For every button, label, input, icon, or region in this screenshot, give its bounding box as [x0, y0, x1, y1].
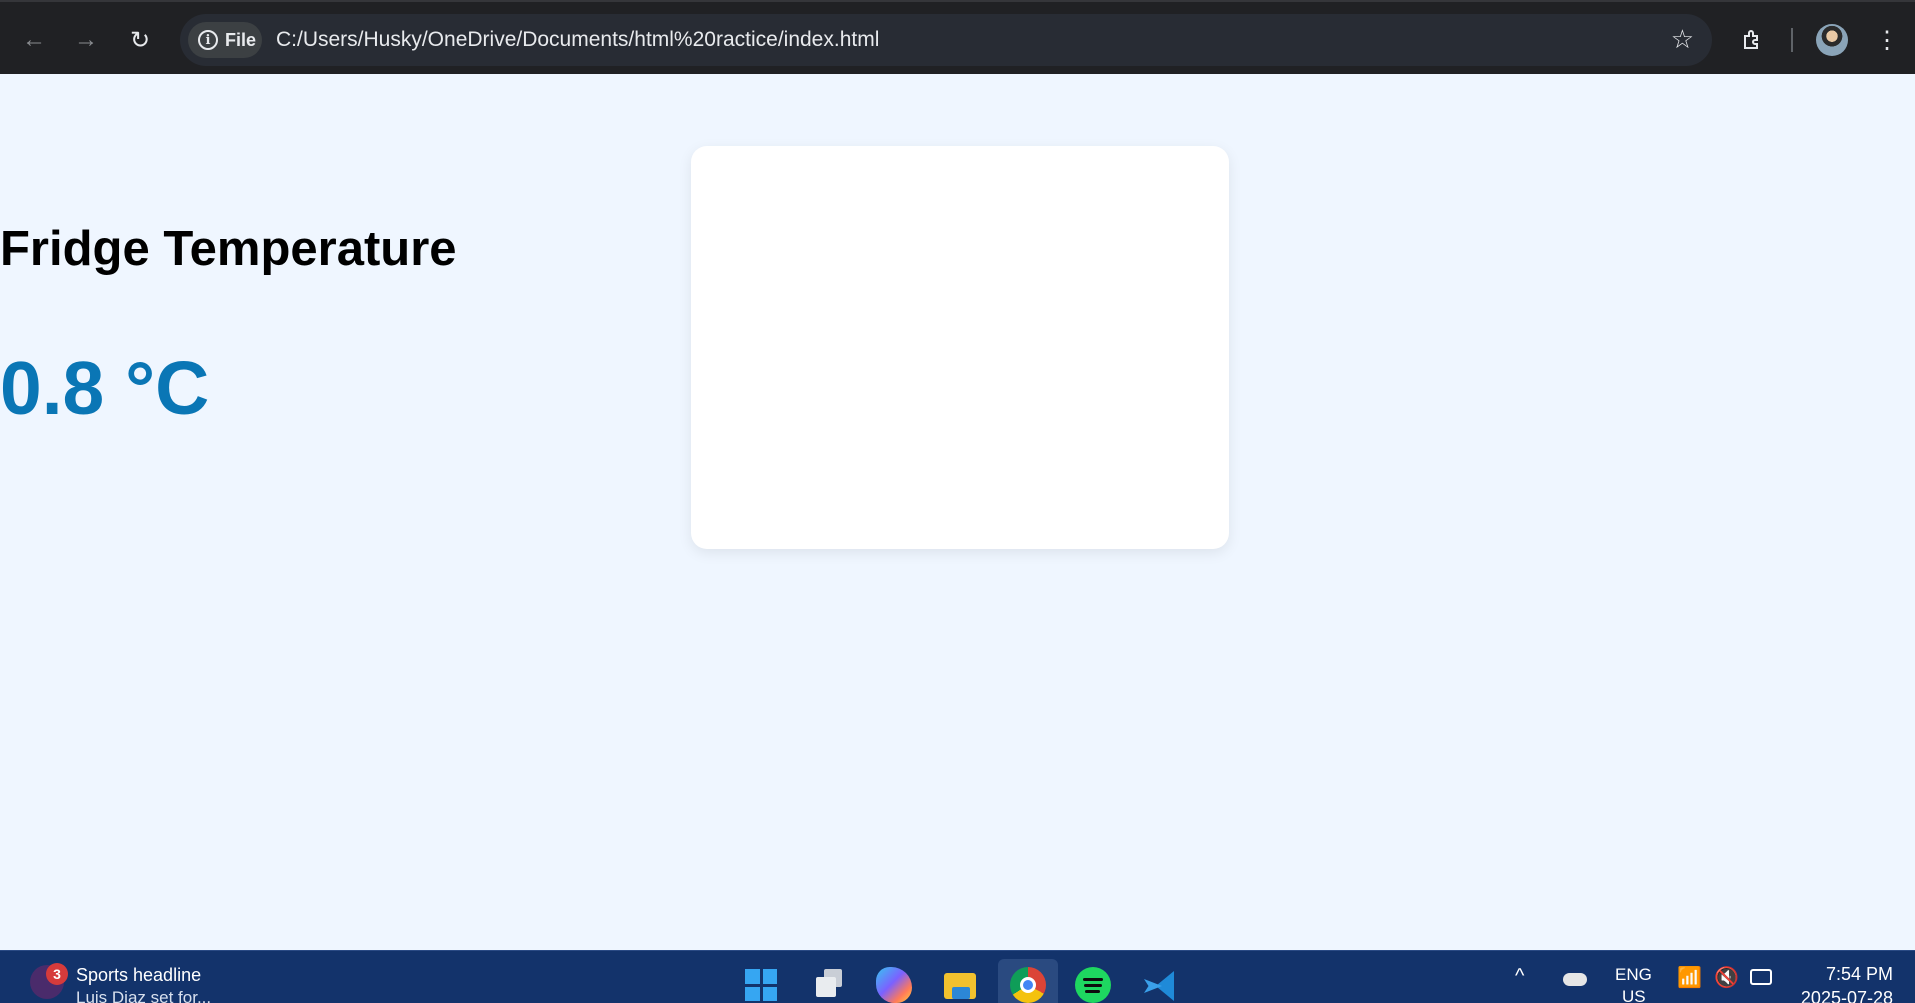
chevron-up-icon[interactable]: ^ [1515, 965, 1524, 988]
extensions-icon[interactable] [1735, 22, 1771, 58]
star-icon[interactable]: ☆ [1671, 24, 1694, 55]
puzzle-icon [1744, 30, 1758, 49]
spotify-icon[interactable] [1075, 967, 1111, 1003]
back-arrow-icon[interactable]: ← [16, 22, 52, 58]
site-info-label: File [225, 29, 257, 50]
language-region[interactable]: US [1622, 987, 1646, 1003]
language-indicator[interactable]: ENG [1615, 965, 1652, 985]
news-badge: 3 [46, 963, 68, 985]
page-title: Fridge Temperature [0, 222, 457, 276]
onedrive-cloud-icon[interactable] [1563, 973, 1587, 986]
browser-toolbar: ← → ↻ i File C:/Users/Husky/OneDrive/Doc… [0, 0, 1915, 74]
file-explorer-icon[interactable] [942, 967, 978, 1003]
temperature-value: 0.8 °C [0, 346, 210, 430]
reload-icon[interactable]: ↻ [122, 22, 158, 58]
clock-date[interactable]: 2025-07-28 [1797, 988, 1893, 1003]
clock-time[interactable]: 7:54 PM [1797, 964, 1893, 985]
toolbar-divider [1791, 28, 1793, 52]
windows-start-icon[interactable] [743, 967, 779, 1003]
chrome-icon[interactable] [1010, 967, 1046, 1003]
news-headline-title[interactable]: Sports headline [76, 965, 201, 986]
forward-arrow-icon[interactable]: → [68, 22, 104, 58]
volume-muted-icon[interactable]: 🔇 [1714, 965, 1739, 990]
info-icon: i [198, 30, 218, 50]
copilot-icon[interactable] [876, 967, 912, 1003]
vscode-icon[interactable] [1140, 967, 1176, 1003]
taskbar: 3 Sports headline Luis Diaz set for... ^… [0, 950, 1915, 1003]
profile-avatar[interactable] [1816, 24, 1848, 56]
battery-icon[interactable] [1750, 969, 1772, 985]
kebab-menu-icon[interactable]: ⋮ [1869, 22, 1905, 58]
address-bar[interactable]: i File C:/Users/Husky/OneDrive/Documents… [180, 14, 1712, 66]
wifi-icon[interactable]: 📶 [1677, 965, 1702, 990]
task-view-icon[interactable] [810, 967, 846, 1003]
site-info-chip[interactable]: i File [188, 22, 262, 58]
url-text[interactable]: C:/Users/Husky/OneDrive/Documents/html%2… [276, 28, 879, 52]
news-headline-subtitle[interactable]: Luis Diaz set for... [76, 988, 211, 1003]
